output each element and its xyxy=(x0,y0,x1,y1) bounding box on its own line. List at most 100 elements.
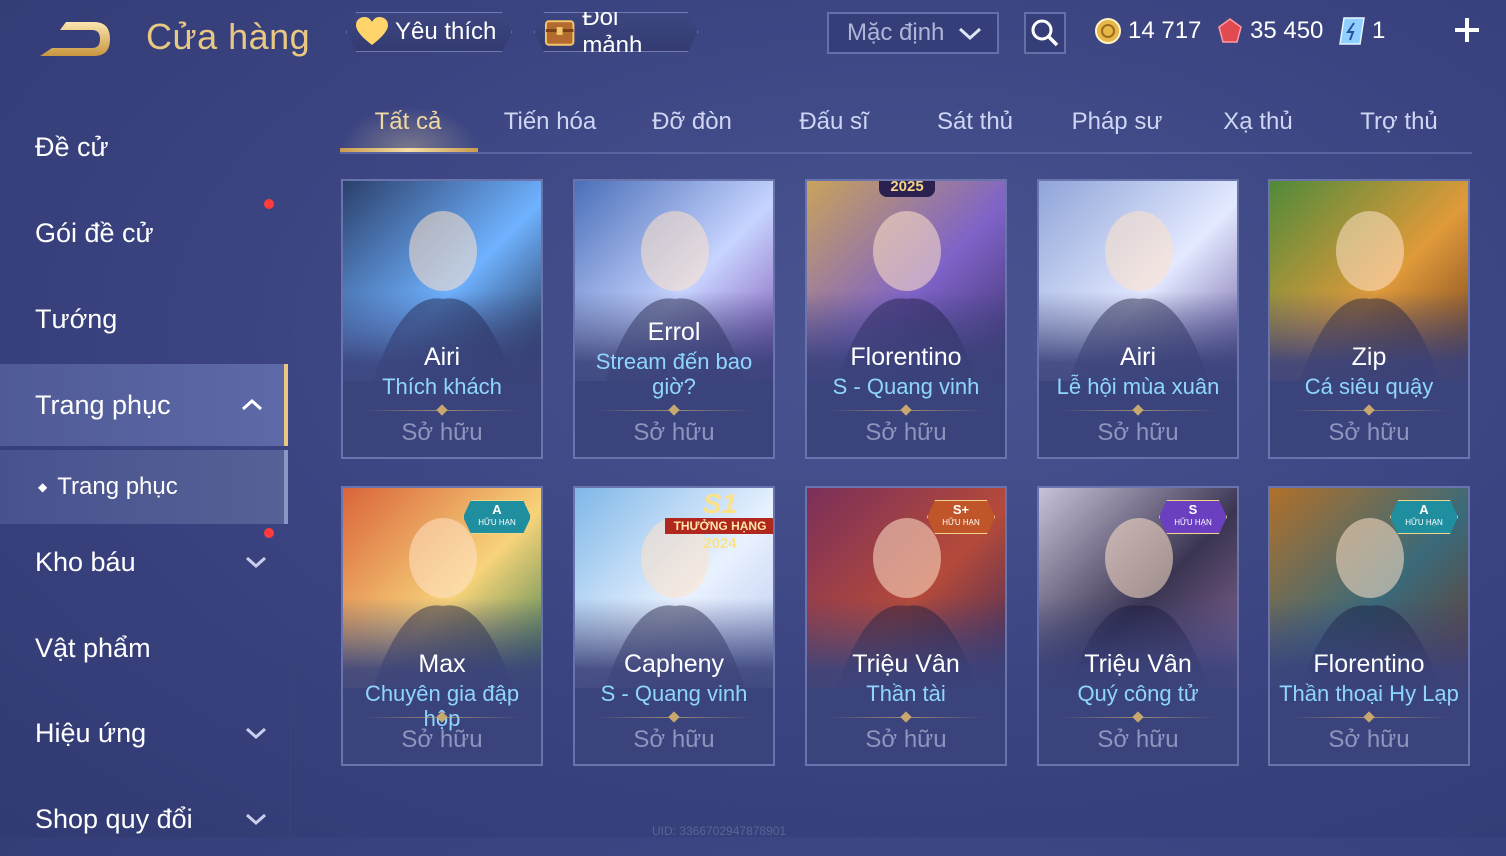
tab-mage[interactable]: Pháp sư xyxy=(1049,108,1185,148)
rarity-limited: HỮU HẠN xyxy=(1405,518,1443,527)
skin-name: Lễ hội mùa xuân xyxy=(1056,374,1220,399)
skin-card[interactable]: Triệu Vân Quý công tử Sở hữu S HỮU HẠN xyxy=(1037,486,1239,766)
skin-name: Thần thoại Hy Lạp xyxy=(1279,681,1459,706)
sidebar-item-label: Shop quy đổi xyxy=(35,803,193,834)
skin-card[interactable]: Florentino S - Quang vinh Sở hữu 2025 xyxy=(805,179,1007,459)
owned-status: Sở hữu xyxy=(401,726,483,753)
rarity-limited: HỮU HẠN xyxy=(478,518,516,527)
rarity-badge: S+ HỮU HẠN xyxy=(927,500,995,534)
tab-marksman[interactable]: Xạ thủ xyxy=(1190,108,1326,148)
tab-tank[interactable]: Đỡ đòn xyxy=(624,108,760,148)
hero-name: Capheny xyxy=(623,650,725,678)
back-arrow-icon[interactable] xyxy=(36,18,116,60)
add-currency-icon[interactable] xyxy=(1452,15,1482,45)
treasure-chest-icon xyxy=(543,15,576,49)
rarity-grade: S+ xyxy=(952,502,970,517)
skin-card[interactable]: Airi Thích khách Sở hữu xyxy=(341,179,543,459)
ticket-balance: 1 xyxy=(1338,14,1385,48)
rarity-badge: S HỮU HẠN xyxy=(1159,500,1227,534)
gold-balance: 14 717 xyxy=(1094,14,1201,48)
hero-name: Airi xyxy=(1119,343,1157,371)
ruby-gem-icon xyxy=(1218,18,1242,43)
category-tabs: Tất cả Tiến hóa Đỡ đòn Đấu sĩ Sát thủ Ph… xyxy=(340,100,1472,154)
sidebar-item-label: Vật phẩm xyxy=(35,632,151,663)
tab-fighter[interactable]: Đấu sĩ xyxy=(766,108,902,148)
badge-label: THƯỞNG HẠNG xyxy=(665,518,773,534)
hero-name: Florentino xyxy=(1313,650,1425,678)
chevron-down-icon xyxy=(246,556,266,569)
rarity-grade: A xyxy=(492,502,502,517)
sidebar-item-treasure[interactable]: Kho báu xyxy=(0,525,288,599)
sidebar-item-label: Hiệu ứng xyxy=(35,717,147,748)
chevron-down-icon xyxy=(246,813,266,826)
chevron-down-icon xyxy=(958,27,982,41)
tab-all[interactable]: Tất cả xyxy=(340,108,476,148)
hero-name: Triệu Vân xyxy=(852,650,960,678)
skin-card[interactable]: Airi Lễ hội mùa xuân Sở hữu xyxy=(1037,179,1239,459)
skin-card[interactable]: Errol Stream đến bao giờ? Sở hữu xyxy=(573,179,775,459)
sidebar-subitem-label: Trang phục xyxy=(57,473,178,500)
rarity-badge: A HỮU HẠN xyxy=(1390,500,1458,534)
ruby-amount: 35 450 xyxy=(1250,17,1324,44)
sidebar-item-featured[interactable]: Đề cử xyxy=(0,110,288,184)
owned-status: Sở hữu xyxy=(1097,419,1179,446)
sidebar-subitem-skins[interactable]: ◆ Trang phục xyxy=(0,450,288,524)
owned-status: Sở hữu xyxy=(633,419,715,446)
sidebar-divider xyxy=(290,100,291,837)
rarity-grade: A xyxy=(1419,502,1429,517)
skin-card[interactable]: Zip Cá siêu quậy Sở hữu xyxy=(1268,179,1470,459)
top-bar: Cửa hàng Yêu thích Đổi mảnh Mặc định 14 … xyxy=(0,0,1506,80)
sidebar-item-effects[interactable]: Hiệu ứng xyxy=(0,696,288,770)
tab-support[interactable]: Trợ thủ xyxy=(1331,108,1467,148)
skin-card[interactable]: Max Chuyên gia đập hộpSở hữu AHỮU HẠN xyxy=(341,486,543,766)
search-icon xyxy=(1031,19,1059,47)
page-title: Cửa hàng xyxy=(146,16,311,57)
sidebar-item-items[interactable]: Vật phẩm xyxy=(0,611,288,685)
sidebar-item-featured-bundles[interactable]: Gói đề cử xyxy=(0,196,288,270)
ruby-balance: 35 450 xyxy=(1216,14,1323,48)
active-tab-underline xyxy=(340,148,478,152)
owned-status: Sở hữu xyxy=(865,419,947,446)
skin-card[interactable]: Triệu Vân Thần tài Sở hữu S+ HỮU HẠN xyxy=(805,486,1007,766)
season-rank-badge: S1 THƯỞNG HẠNG 2024 xyxy=(665,488,773,552)
sidebar-item-exchange-shop[interactable]: Shop quy đổi xyxy=(0,782,288,856)
badge-year: 2024 xyxy=(703,535,737,552)
sidebar-item-skins[interactable]: Trang phục xyxy=(0,364,288,446)
exchange-shards-button[interactable]: Đổi mảnh xyxy=(534,12,698,52)
rarity-limited: HỮU HẠN xyxy=(942,518,980,527)
gold-coin-icon xyxy=(1095,18,1121,44)
owned-status: Sở hữu xyxy=(1097,726,1179,753)
sidebar-item-label: Tướng xyxy=(35,303,118,334)
chevron-up-icon xyxy=(242,398,262,411)
diamond-bullet-icon: ◆ xyxy=(38,480,48,494)
skin-card[interactable]: Florentino Thần thoại Hy Lạp Sở hữu A HỮU HẠ… xyxy=(1268,486,1470,766)
rarity-limited: HỮU HẠN xyxy=(1174,518,1212,527)
tab-evolution[interactable]: Tiến hóa xyxy=(482,108,618,148)
hero-name: Florentino xyxy=(850,343,962,371)
hero-name: Zip xyxy=(1351,343,1387,371)
sidebar-item-heroes[interactable]: Tướng xyxy=(0,282,288,356)
owned-status: Sở hữu xyxy=(1328,726,1410,753)
skin-name: Thích khách xyxy=(382,374,502,399)
owned-status: Sở hữu xyxy=(401,419,483,446)
hero-name: Triệu Vân xyxy=(1084,650,1192,678)
uid-text: UID: 3366702947878901 xyxy=(652,824,787,838)
skin-card[interactable]: Capheny S - Quang vinh Sở hữu S1 THƯỞNG HẠNG… xyxy=(573,486,775,766)
favorites-button[interactable]: Yêu thích xyxy=(346,12,512,52)
skin-name: Quý công tử xyxy=(1077,681,1199,706)
rarity-grade: S xyxy=(1188,502,1198,517)
skin-name: Cá siêu quậy xyxy=(1304,374,1434,399)
owned-status: Sở hữu xyxy=(865,726,947,753)
skin-name: Stream đến bao giờ? xyxy=(595,349,753,399)
skin-name: Thần tài xyxy=(866,681,946,706)
tab-assassin[interactable]: Sát thủ xyxy=(907,108,1043,148)
sort-dropdown[interactable]: Mặc định xyxy=(827,12,999,54)
owned-status: Sở hữu xyxy=(1328,419,1410,446)
skin-name: Chuyên gia đập hộp xyxy=(364,681,520,731)
sidebar-item-label: Kho báu xyxy=(35,546,136,577)
search-button[interactable] xyxy=(1024,12,1066,54)
gold-amount: 14 717 xyxy=(1128,17,1202,44)
ticket-amount: 1 xyxy=(1372,17,1386,44)
owned-status: Sở hữu xyxy=(633,726,715,753)
notification-dot xyxy=(264,199,274,209)
